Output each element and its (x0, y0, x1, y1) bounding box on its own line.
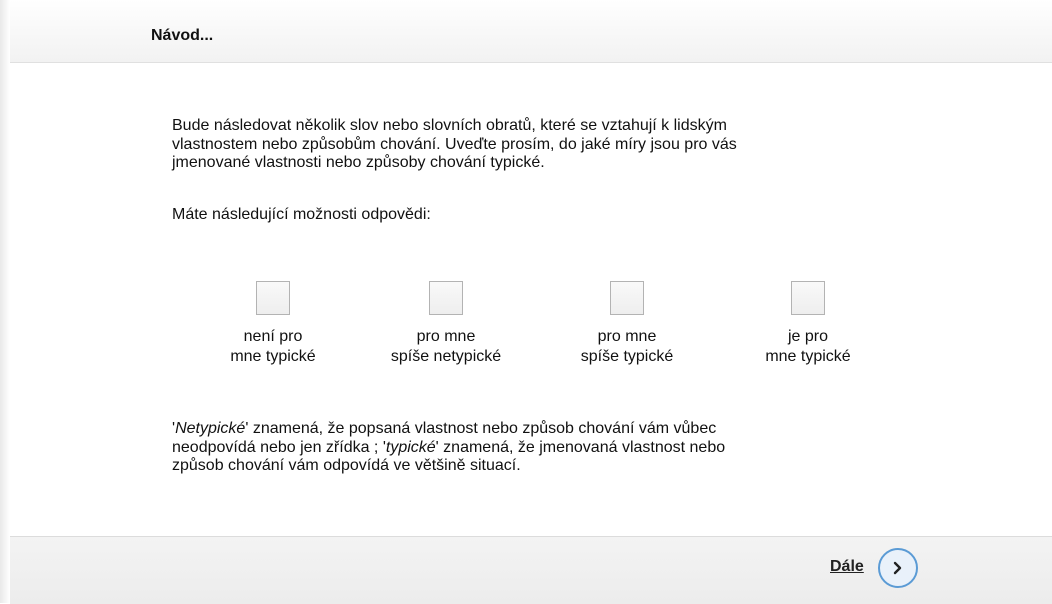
intro-line-1: Bude následovat několik slov nebo slovní… (172, 117, 727, 134)
chevron-right-icon (893, 561, 902, 575)
option-label-line-1: pro mne (416, 328, 476, 345)
option-rather-atypical: pro mne spíše netypické (356, 281, 536, 367)
next-button[interactable] (878, 548, 918, 588)
survey-page: Návod... Bude následovat několik slov ne… (0, 0, 1052, 604)
page-title: Návod... (151, 27, 214, 44)
option-label-line-1: pro mne (597, 328, 657, 345)
left-border (0, 0, 10, 603)
explanation-part-4: způsob chování vám odpovídá ve většině s… (172, 457, 521, 474)
option-label-line-1: není pro (243, 328, 303, 345)
explanation-paragraph: 'Netypické' znamená, že popsaná vlastnos… (172, 420, 892, 476)
explanation-part-1: ' znamená, že popsaná vlastnost nebo způ… (245, 420, 717, 437)
next-link[interactable]: Dále (830, 558, 864, 576)
option-typical: je pro mne typické (718, 281, 898, 367)
option-label-line-2: mne typické (230, 348, 316, 365)
option-rather-typical: pro mne spíše typické (537, 281, 717, 367)
option-checkbox (429, 281, 463, 315)
option-label-line-2: mne typické (765, 348, 851, 365)
option-checkbox (610, 281, 644, 315)
explanation-part-3: ' znamená, že jmenovaná vlastnost nebo (435, 438, 726, 456)
intro-paragraph: Bude následovat několik slov nebo slovní… (172, 117, 892, 173)
explanation-text: 'Netypické' znamená, že popsaná vlastnos… (172, 420, 892, 476)
header-bar: Návod... (10, 0, 1052, 63)
option-not-typical: není pro mne typické (183, 281, 363, 367)
intro-line-3: jmenované vlastnosti nebo způsoby chován… (172, 154, 545, 171)
option-checkbox (256, 281, 290, 315)
term-typical: typické (385, 438, 436, 456)
term-atypical: Netypické (175, 420, 246, 437)
intro-line-2: vlastnostem nebo způsobům chování. Uveďt… (172, 135, 737, 153)
options-intro: Máte následující možnosti odpovědi: (172, 206, 431, 223)
option-label-line-2: spíše netypické (390, 348, 502, 365)
explanation-part-2: neodpovídá nebo jen zřídka ; ' (172, 438, 386, 456)
footer-bar: Dále (10, 536, 1052, 604)
instructions-text: Bude následovat několik slov nebo slovní… (172, 117, 892, 173)
option-checkbox (791, 281, 825, 315)
option-label-line-2: spíše typické (580, 348, 674, 365)
option-label-line-1: je pro (787, 328, 829, 345)
